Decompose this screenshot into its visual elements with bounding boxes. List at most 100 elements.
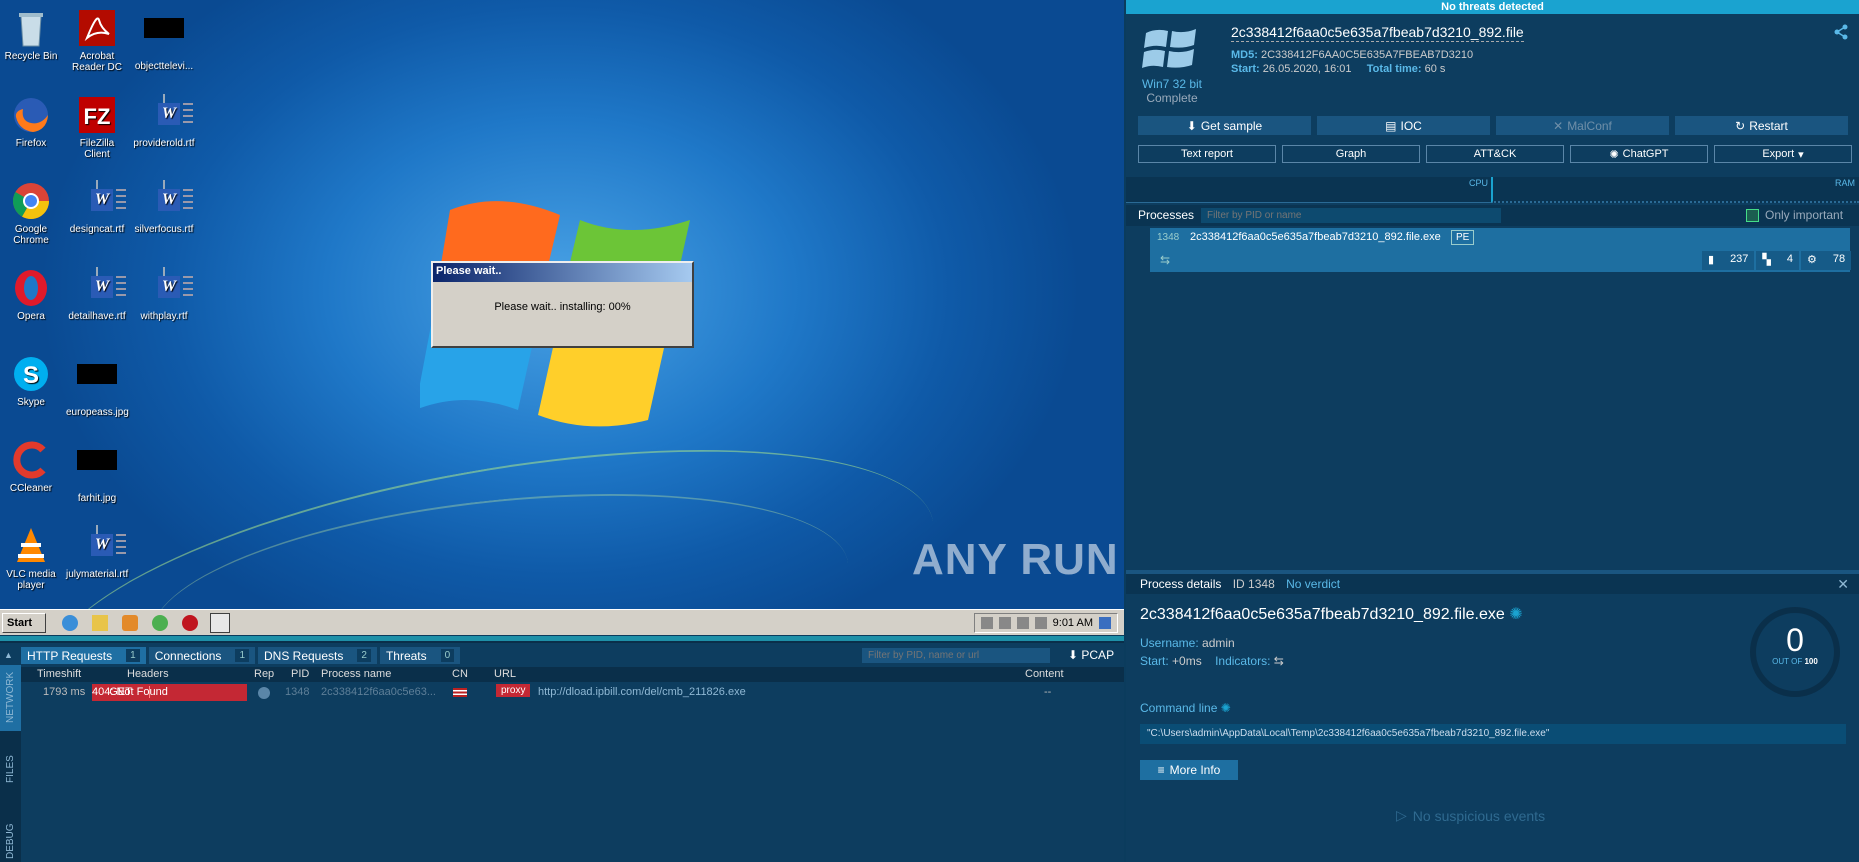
desktop-icon-opera[interactable]: Opera (0, 268, 62, 322)
stop-icon[interactable] (182, 615, 198, 631)
chrome-taskbar-icon[interactable] (152, 615, 168, 631)
flag-icon[interactable] (1034, 617, 1047, 629)
indicators-label: Indicators: (1215, 654, 1271, 668)
please-wait-dialog[interactable]: Please wait.. Please wait.. installing: … (431, 261, 694, 348)
desktop-icon-acrobat[interactable]: Acrobat Reader DC (66, 8, 128, 73)
files-stat[interactable]: ▮ 237 (1702, 251, 1755, 270)
process-filter-input[interactable] (1201, 208, 1501, 223)
processes-header: Processes Only important (1126, 205, 1859, 226)
process-row[interactable]: 1348 2c338412f6aa0c5e635a7fbeab7d3210_89… (1150, 228, 1852, 272)
share-icon[interactable] (1833, 24, 1849, 40)
windows-desktop[interactable]: Please wait.. Please wait.. installing: … (0, 0, 1124, 609)
desktop-icon-label: Firefox (15, 138, 47, 149)
tab-http-requests[interactable]: HTTP Requests 1 (21, 647, 146, 664)
tab-connections[interactable]: Connections 1 (148, 647, 255, 664)
graph-button[interactable]: Graph (1282, 145, 1420, 163)
desktop-icon-detailhave[interactable]: W detailhave.rtf (66, 267, 128, 322)
desktop-icon-farhit[interactable]: farhit.jpg (66, 440, 128, 504)
desktop-icon-designcat[interactable]: W designcat.rtf (66, 180, 128, 235)
desktop-icon-silverfocus[interactable]: W silverfocus.rtf (133, 180, 195, 235)
export-button[interactable]: Export ▾ (1714, 145, 1852, 163)
reputation-shield-icon (258, 687, 270, 699)
desktop-icon-europeass[interactable]: europeass.jpg (66, 354, 129, 418)
tab-dns-requests[interactable]: DNS Requests 2 (258, 647, 377, 664)
side-tab-network[interactable]: NETWORK (0, 665, 21, 731)
row-timeshift: 1793 ms (43, 686, 86, 698)
restart-button[interactable]: ↻ Restart (1675, 116, 1848, 135)
chrome-icon (11, 181, 51, 221)
us-flag-icon (453, 688, 467, 697)
desktop-icon-label: designcat.rtf (69, 224, 125, 235)
explorer-folder-icon[interactable] (92, 615, 108, 631)
opera-icon (11, 268, 51, 308)
registry-stat[interactable]: ▚ 4 (1756, 251, 1800, 270)
ram-label: RAM (1835, 178, 1855, 188)
desktop-icon-withplay[interactable]: W withplay.rtf (133, 267, 195, 322)
modules-stat[interactable]: ⚙ 78 (1801, 251, 1852, 270)
pcap-button[interactable]: ⬇ PCAP (1068, 648, 1114, 662)
score-max: 100 (1804, 657, 1818, 666)
col-cn: CN (452, 668, 468, 680)
start-button[interactable]: Start (2, 613, 46, 633)
desktop-icon-vlc[interactable]: VLC media player (0, 526, 62, 591)
start-value: 26.05.2020, 16:01 (1262, 63, 1352, 75)
sample-filename[interactable]: 2c338412f6aa0c5e635a7fbeab7d3210_892.fil… (1231, 24, 1524, 42)
word-document-icon: W (77, 180, 126, 221)
row-pid: 1348 (285, 686, 310, 698)
start-label: Start: (1231, 63, 1260, 75)
text-report-button[interactable]: Text report (1138, 145, 1276, 163)
desktop-icon-providerold[interactable]: W providerold.rtf (133, 94, 195, 149)
collapse-icon[interactable]: ▲ (4, 650, 13, 660)
chatgpt-button[interactable]: ✺ ChatGPT (1570, 145, 1708, 163)
side-tab-debug[interactable]: DEBUG (0, 795, 21, 862)
col-process-name: Process name (321, 668, 392, 680)
clock[interactable]: 9:01 AM (1053, 617, 1093, 629)
desktop-icon-firefox[interactable]: Firefox (0, 95, 62, 149)
button-label: Export (1762, 148, 1795, 160)
network-filter-input[interactable] (862, 648, 1050, 663)
attck-button[interactable]: ATT&CK (1426, 145, 1564, 163)
command-line-title: Command line ✺ (1140, 701, 1231, 715)
table-row[interactable]: 1793 ms GET 404: Not Found 1348 2c338412… (21, 684, 1124, 702)
chatgpt-icon[interactable]: ✺ (1221, 701, 1231, 715)
svg-text:S: S (23, 362, 39, 389)
desktop-icon-skype[interactable]: S Skype (0, 354, 62, 408)
desktop-icon-label: CCleaner (9, 483, 53, 494)
skype-icon: S (11, 354, 51, 394)
get-sample-button[interactable]: ⬇ Get sample (1138, 116, 1311, 135)
system-tray: 9:01 AM (973, 613, 1118, 633)
tab-label: DNS Requests (264, 648, 344, 663)
desktop-icon-chrome[interactable]: Google Chrome (0, 181, 62, 246)
desktop-icon-recycle-bin[interactable]: Recycle Bin (0, 8, 62, 62)
close-icon[interactable]: ✕ (1837, 576, 1849, 593)
command-line-value[interactable]: "C:\Users\admin\AppData\Local\Temp\2c338… (1140, 724, 1846, 744)
desktop-icon-label: silverfocus.rtf (134, 224, 194, 235)
username-value: admin (1202, 636, 1235, 650)
ioc-button[interactable]: ▤ IOC (1317, 116, 1490, 135)
desktop-icon-objecttelevi[interactable]: objecttelevi... (133, 8, 195, 72)
desktop-icon-ccleaner[interactable]: CCleaner (0, 440, 62, 494)
desktop-icon-filezilla[interactable]: FZ FileZilla Client (66, 95, 128, 160)
side-tab-label: NETWORK (5, 671, 16, 723)
username-label: Username: (1140, 636, 1199, 650)
media-player-icon[interactable] (122, 615, 138, 631)
tab-count: 1 (235, 649, 249, 662)
network-indicator-icon: ⇆ (1273, 654, 1284, 668)
only-important-toggle[interactable]: Only important (1746, 208, 1843, 222)
side-tab-files[interactable]: FILES (0, 735, 21, 790)
dialog-title[interactable]: Please wait.. (433, 263, 692, 282)
desktop-icon-label: Skype (17, 397, 45, 408)
row-url[interactable]: http://dload.ipbill.com/del/cmb_211826.e… (538, 686, 746, 698)
tray-expand-icon[interactable] (980, 617, 993, 629)
show-desktop-icon[interactable] (1099, 617, 1111, 629)
more-info-button[interactable]: ≡ More Info (1140, 760, 1238, 780)
ie-icon[interactable] (62, 615, 78, 631)
malconf-button[interactable]: ✕ MalConf (1496, 116, 1669, 135)
desktop-icon-julymaterial[interactable]: W julymaterial.rtf (66, 525, 128, 580)
start-label: Start: (1140, 654, 1169, 668)
volume-icon[interactable] (1016, 617, 1029, 629)
chatgpt-icon[interactable]: ✺ (1509, 606, 1522, 623)
tab-threats[interactable]: Threats 0 (379, 647, 461, 664)
network-icon[interactable] (998, 617, 1011, 629)
program-window-icon[interactable] (210, 613, 230, 633)
